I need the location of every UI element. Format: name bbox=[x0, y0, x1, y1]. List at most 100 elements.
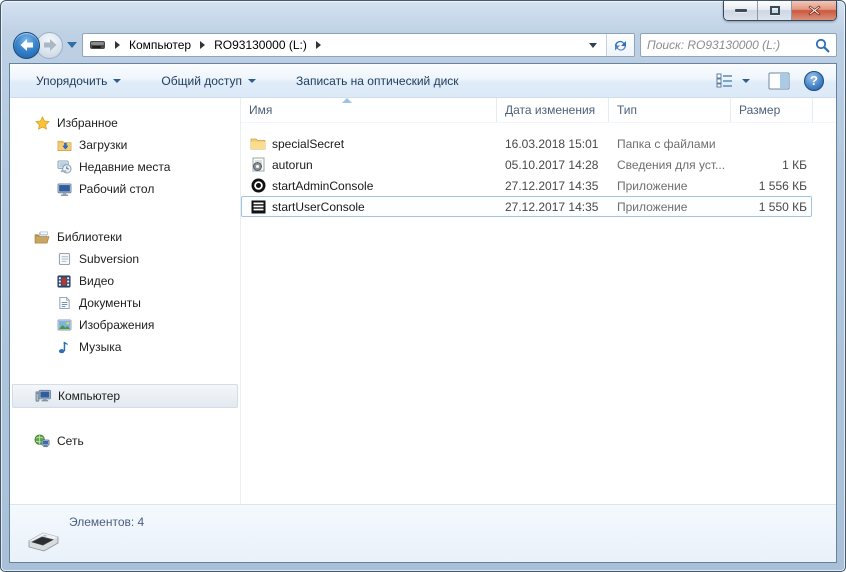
sidebar-item-desktop[interactable]: Рабочий стол bbox=[12, 178, 238, 200]
breadcrumb-separator-icon bbox=[315, 41, 321, 49]
column-header-date[interactable]: Дата изменения bbox=[497, 98, 609, 122]
file-type: Сведения для уст... bbox=[617, 157, 726, 172]
back-arrow-icon bbox=[20, 39, 33, 51]
list-view-icon bbox=[716, 73, 732, 88]
share-button[interactable]: Общий доступ bbox=[153, 70, 264, 92]
burn-to-disc-button[interactable]: Записать на оптический диск bbox=[288, 70, 467, 92]
file-row-specialSecret[interactable]: specialSecret 16.03.2018 15:01 Папка с ф… bbox=[241, 133, 812, 154]
refresh-icon bbox=[615, 40, 627, 51]
sidebar-item-label: Загрузки bbox=[79, 138, 128, 152]
burn-label: Записать на оптический диск bbox=[296, 73, 459, 88]
sidebar-item-documents[interactable]: Документы bbox=[12, 292, 238, 314]
forward-arrow-icon bbox=[43, 39, 56, 51]
documents-icon bbox=[56, 295, 72, 311]
address-bar[interactable]: Компьютер RO93130000 (L:) bbox=[82, 33, 635, 57]
file-name: startAdminConsole bbox=[272, 178, 374, 193]
refresh-button[interactable] bbox=[606, 34, 634, 56]
items-count-label: Элементов: 4 bbox=[69, 515, 145, 529]
chevron-down-icon bbox=[742, 78, 750, 83]
breadcrumb-drive[interactable]: RO93130000 (L:) bbox=[213, 36, 308, 54]
computer-icon bbox=[35, 388, 51, 404]
file-row-startAdminConsole[interactable]: startAdminConsole 27.12.2017 14:35 Прило… bbox=[241, 175, 812, 196]
maximize-button[interactable] bbox=[758, 1, 792, 20]
sidebar-item-computer[interactable]: Компьютер bbox=[12, 384, 238, 408]
breadcrumb-separator-icon bbox=[200, 41, 206, 49]
sidebar-item-libraries[interactable]: Библиотеки bbox=[12, 226, 238, 248]
column-header-type[interactable]: Тип bbox=[609, 98, 731, 122]
close-icon bbox=[808, 5, 820, 16]
file-date: 27.12.2017 14:35 bbox=[505, 178, 599, 193]
favorites-section: Избранное Загрузки Недавние места Рабочи… bbox=[10, 112, 240, 200]
navigation-bar: Компьютер RO93130000 (L:) bbox=[1, 31, 845, 63]
file-date: 27.12.2017 14:35 bbox=[505, 199, 599, 214]
details-pane: Элементов: 4 bbox=[10, 504, 836, 562]
file-name: specialSecret bbox=[272, 136, 345, 151]
forward-button[interactable] bbox=[36, 31, 63, 59]
libraries-icon bbox=[34, 229, 50, 245]
close-button[interactable] bbox=[792, 1, 836, 20]
minimize-button[interactable] bbox=[724, 1, 758, 20]
search-icon[interactable] bbox=[815, 38, 830, 53]
file-size: 1 КБ bbox=[782, 157, 807, 172]
column-header-name[interactable]: Имя bbox=[241, 98, 497, 122]
sidebar-item-music[interactable]: Музыка bbox=[12, 336, 238, 358]
sidebar-item-network[interactable]: Сеть bbox=[12, 430, 238, 452]
file-name: autorun bbox=[272, 157, 313, 172]
minimize-icon bbox=[734, 9, 747, 12]
search-input[interactable] bbox=[647, 38, 815, 52]
share-label: Общий доступ bbox=[161, 73, 243, 88]
title-bar[interactable] bbox=[1, 1, 845, 31]
breadcrumb-separator-icon bbox=[115, 41, 120, 49]
downloads-icon bbox=[56, 137, 72, 153]
sidebar-item-label: Изображения bbox=[79, 318, 155, 332]
subversion-icon bbox=[56, 251, 72, 267]
sidebar-item-recent-places[interactable]: Недавние места bbox=[12, 156, 238, 178]
explorer-window: Компьютер RO93130000 (L:) Поиск: RO93130… bbox=[0, 0, 846, 572]
chevron-down-icon bbox=[113, 78, 122, 83]
sidebar-item-label: Компьютер bbox=[58, 389, 121, 403]
search-box[interactable] bbox=[640, 33, 837, 57]
sidebar-item-downloads[interactable]: Загрузки bbox=[12, 134, 238, 156]
file-date: 05.10.2017 14:28 bbox=[505, 157, 599, 172]
sort-ascending-icon bbox=[342, 98, 352, 103]
sidebar-item-favorites[interactable]: Избранное bbox=[12, 112, 238, 134]
preview-pane-button[interactable] bbox=[768, 72, 790, 90]
app-disc-icon bbox=[250, 178, 266, 194]
file-list-pane: Имя Дата изменения Тип Размер specialSec… bbox=[241, 98, 836, 504]
file-row-autorun[interactable]: autorun 05.10.2017 14:28 Сведения для ус… bbox=[241, 154, 812, 175]
drive-icon bbox=[90, 41, 105, 49]
sidebar-item-label: Видео bbox=[79, 274, 115, 288]
sidebar-item-videos[interactable]: Видео bbox=[12, 270, 238, 292]
recent-pages-dropdown[interactable] bbox=[67, 42, 77, 48]
file-size: 1 550 КБ bbox=[758, 199, 807, 214]
sidebar-item-subversion[interactable]: Subversion bbox=[12, 248, 238, 270]
file-type: Папка с файлами bbox=[617, 136, 716, 151]
file-size: 1 556 КБ bbox=[758, 178, 807, 193]
sidebar-item-label: Библиотеки bbox=[57, 230, 123, 244]
column-header-row: Имя Дата изменения Тип Размер bbox=[241, 98, 836, 123]
help-button[interactable]: ? bbox=[804, 70, 824, 91]
folder-icon bbox=[250, 136, 266, 152]
back-button[interactable] bbox=[13, 31, 40, 59]
command-bar: Упорядочить Общий доступ Записать на опт… bbox=[10, 64, 836, 98]
column-header-size[interactable]: Размер bbox=[731, 98, 813, 122]
sidebar-item-label: Недавние места bbox=[79, 160, 171, 174]
pictures-icon bbox=[56, 317, 72, 333]
sidebar-item-pictures[interactable]: Изображения bbox=[12, 314, 238, 336]
breadcrumb-computer[interactable]: Компьютер bbox=[128, 36, 192, 54]
sidebar-item-label: Музыка bbox=[79, 340, 122, 354]
change-view-button[interactable] bbox=[712, 70, 754, 91]
organize-button[interactable]: Упорядочить bbox=[28, 70, 129, 92]
file-type: Приложение bbox=[617, 199, 688, 214]
music-icon bbox=[56, 339, 72, 355]
file-row-startUserConsole[interactable]: startUserConsole 27.12.2017 14:35 Прилож… bbox=[241, 196, 812, 217]
address-dropdown-icon[interactable] bbox=[589, 42, 597, 48]
file-type: Приложение bbox=[617, 178, 688, 193]
sidebar-item-label: Рабочий стол bbox=[79, 182, 155, 196]
file-rows: specialSecret 16.03.2018 15:01 Папка с ф… bbox=[241, 123, 836, 217]
video-icon bbox=[56, 273, 72, 289]
chevron-down-icon bbox=[248, 78, 257, 83]
sidebar-item-label: Документы bbox=[79, 296, 141, 310]
